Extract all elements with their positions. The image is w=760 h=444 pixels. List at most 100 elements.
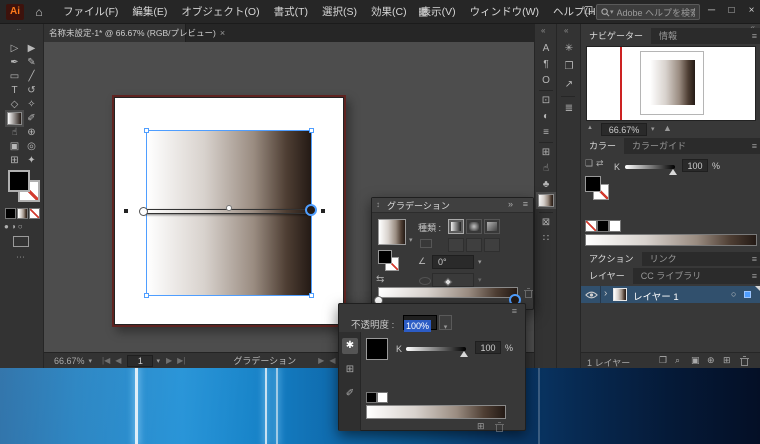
- tab-navigator[interactable]: ナビゲーター: [581, 28, 652, 44]
- transparency-panel-icon[interactable]: ◐: [538, 110, 554, 124]
- opacity-value-field[interactable]: 100%: [403, 315, 437, 332]
- gradient-slider-bar[interactable]: [378, 287, 518, 298]
- eyedropper-icon[interactable]: ✐: [342, 386, 358, 402]
- color-spectrum-ramp[interactable]: [585, 234, 757, 246]
- opentype-panel-icon[interactable]: O: [538, 74, 554, 88]
- selection-handle[interactable]: [309, 293, 314, 298]
- gradient-midpoint[interactable]: [226, 205, 232, 211]
- panel-menu-icon[interactable]: ≡: [752, 138, 757, 154]
- gradient-fill-swatch[interactable]: [378, 250, 392, 264]
- type-tool[interactable]: T: [7, 84, 22, 97]
- tab-color[interactable]: カラー: [581, 138, 625, 154]
- eraser-tool[interactable]: ◇: [7, 98, 22, 111]
- zoom-caret-icon[interactable]: ▾: [89, 357, 93, 365]
- none-swatch[interactable]: [585, 220, 597, 232]
- brushes-panel-icon[interactable]: ☝: [538, 162, 554, 176]
- edit-toolbar-icon[interactable]: ⋯: [16, 252, 25, 263]
- artboards-panel-icon[interactable]: ⊡: [538, 94, 554, 108]
- panel-menu-icon[interactable]: ≡: [752, 268, 757, 284]
- freeform-gradient-button[interactable]: [484, 219, 500, 234]
- gradient-start-stop[interactable]: [139, 207, 148, 216]
- curvature-tool[interactable]: ✎: [24, 56, 39, 69]
- layer-row-selected[interactable]: › レイヤー 1 ○: [581, 286, 760, 303]
- status-expand-icon[interactable]: ▶: [318, 356, 324, 365]
- collect-for-export-icon[interactable]: ❐: [659, 355, 667, 366]
- next-artboard-icon[interactable]: ▶: [166, 356, 172, 365]
- panel-menu-icon[interactable]: ≡: [523, 199, 528, 209]
- tab-layers[interactable]: レイヤー: [581, 268, 633, 284]
- transform-panel-icon[interactable]: ⊠: [538, 216, 554, 230]
- draw-modes[interactable]: ●◑○: [4, 222, 25, 231]
- navigator-zoom-caret[interactable]: ▾: [651, 125, 655, 133]
- expand-layer-icon[interactable]: ›: [604, 288, 607, 299]
- expand-panels-icon[interactable]: «: [541, 26, 545, 35]
- last-artboard-icon[interactable]: ▶|: [177, 356, 185, 365]
- layer-name[interactable]: レイヤー 1: [633, 289, 679, 303]
- visibility-eye-icon[interactable]: [585, 291, 598, 299]
- artboard-tool[interactable]: ▣: [7, 140, 22, 153]
- layer-target-icon[interactable]: ○: [731, 289, 736, 299]
- tab-color-guide[interactable]: カラーガイド: [624, 138, 694, 154]
- prev-artboard-icon[interactable]: ◀: [115, 356, 121, 365]
- color-fill-swatch[interactable]: [585, 176, 601, 192]
- none-mode-button[interactable]: [29, 208, 40, 219]
- rotate-tool[interactable]: ↺: [24, 84, 39, 97]
- gradient-panel-icon-active[interactable]: [536, 192, 556, 209]
- close-tab-icon[interactable]: ×: [220, 28, 225, 38]
- tab-actions[interactable]: アクション: [581, 252, 642, 266]
- swatches-mode-icon[interactable]: ⊞: [342, 362, 358, 378]
- layer-thumbnail[interactable]: [613, 288, 627, 301]
- export-panel-icon[interactable]: ↗: [561, 78, 577, 92]
- radial-gradient-button[interactable]: [466, 219, 482, 234]
- appearance-panel-icon[interactable]: ✳: [561, 42, 577, 56]
- first-artboard-icon[interactable]: |◀: [102, 356, 110, 365]
- gradient-tool-active[interactable]: [5, 110, 24, 127]
- menu-type[interactable]: 書式(T): [267, 0, 315, 24]
- reverse-gradient-icon[interactable]: ⇆: [376, 274, 384, 285]
- artboard-caret-icon[interactable]: ▾: [156, 357, 160, 365]
- align-panel-icon[interactable]: ∷: [538, 232, 554, 246]
- swap-colors-icon[interactable]: ⇄: [596, 158, 604, 169]
- direct-selection-tool[interactable]: ▶: [24, 42, 39, 55]
- color-mode-icon[interactable]: ✱: [342, 338, 358, 354]
- zoom-in-icon[interactable]: ▲: [663, 123, 672, 133]
- selection-handle[interactable]: [144, 128, 149, 133]
- eyedropper-tool[interactable]: ✦: [24, 154, 39, 167]
- stroke-panel-icon[interactable]: ≡: [538, 126, 554, 140]
- zoom-level[interactable]: 66.67%: [54, 356, 85, 366]
- rectangle-tool[interactable]: ▭: [7, 70, 22, 83]
- close-button[interactable]: ×: [742, 0, 760, 22]
- selection-handle[interactable]: [309, 128, 314, 133]
- tab-info[interactable]: 情報: [651, 28, 685, 44]
- k-slider-track[interactable]: [406, 347, 466, 351]
- help-search-input[interactable]: ▾ Adobe ヘルプを検索: [596, 4, 700, 20]
- shaper-tool[interactable]: ☝: [7, 126, 22, 139]
- add-swatch-icon[interactable]: ⊞: [477, 421, 485, 432]
- gradient-preview-ramp[interactable]: [366, 405, 506, 419]
- menu-file[interactable]: ファイル(F): [56, 0, 125, 24]
- navigator-preview[interactable]: [586, 46, 756, 121]
- fill-swatch[interactable]: [8, 170, 30, 192]
- arrange-documents-icon[interactable]: ❐: [584, 0, 593, 24]
- delete-layer-trash-icon[interactable]: [740, 356, 749, 366]
- properties-panel-icon[interactable]: ≣: [561, 102, 577, 116]
- locate-object-icon[interactable]: ⌕: [675, 355, 680, 366]
- pen-tool[interactable]: ✒: [7, 56, 22, 69]
- expand-panels-icon[interactable]: «: [564, 26, 568, 35]
- app-icon[interactable]: Ai: [6, 4, 24, 20]
- navigator-zoom-field[interactable]: 66.67%: [601, 123, 647, 136]
- toolbar-drag-dots[interactable]: ··: [16, 25, 21, 34]
- color-mode-button[interactable]: [5, 208, 16, 219]
- zoom-out-icon[interactable]: ▲: [587, 125, 593, 131]
- selection-tool[interactable]: ▷: [7, 42, 22, 55]
- artboard-number-field[interactable]: 1: [127, 354, 154, 367]
- k-slider-track[interactable]: [625, 165, 675, 169]
- paragraph-panel-icon[interactable]: ¶: [538, 58, 554, 72]
- panel-menu-icon[interactable]: ≡: [752, 252, 757, 266]
- menu-object[interactable]: オブジェクト(O): [174, 0, 266, 24]
- angle-caret-icon[interactable]: ▾: [478, 258, 482, 266]
- blend-tool[interactable]: ⊕: [24, 126, 39, 139]
- menu-window[interactable]: ウィンドウ(W): [463, 0, 546, 24]
- k-value-field[interactable]: 100: [475, 341, 501, 354]
- gradient-preset-caret[interactable]: ▾: [409, 236, 413, 244]
